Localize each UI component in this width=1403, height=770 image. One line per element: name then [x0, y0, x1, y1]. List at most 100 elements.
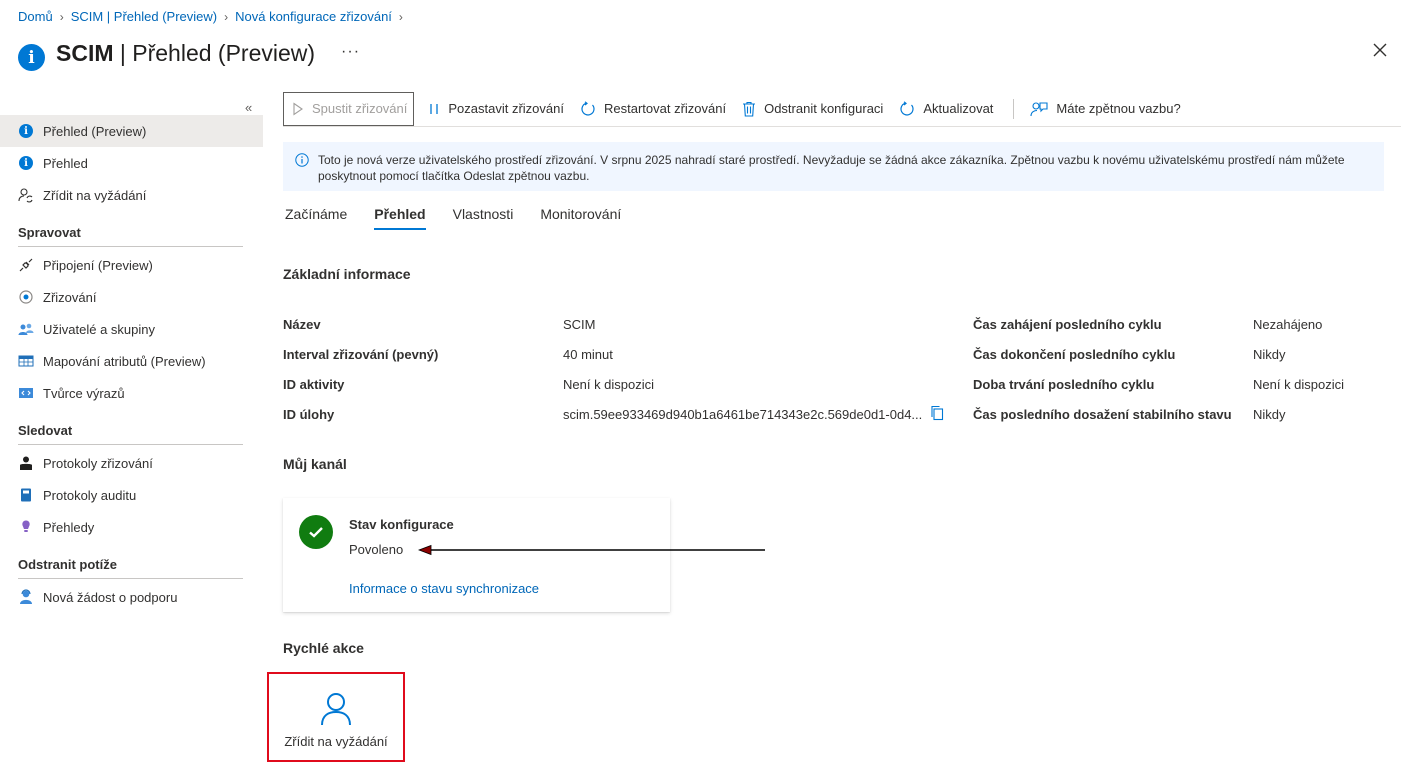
info-icon: i — [18, 44, 45, 71]
section-monitor: Sledovat — [18, 415, 243, 445]
person-sync-icon — [18, 187, 34, 203]
sidebar-item-audit-logs[interactable]: Protokoly auditu — [0, 479, 263, 511]
refresh-icon — [899, 100, 915, 117]
field-label-last-cycle-start: Čas zahájení posledního cyklu — [973, 317, 1162, 332]
info-banner: Toto je nová verze uživatelského prostře… — [283, 142, 1384, 191]
sidebar-item-expression-builder[interactable]: Tvůrce výrazů — [0, 377, 263, 409]
restart-provisioning-button[interactable]: Restartovat zřizování — [580, 92, 726, 126]
field-value-job-id: scim.59ee933469d940b1a6461be714343e2c.56… — [563, 407, 923, 422]
more-options-button[interactable]: ··· — [341, 43, 360, 61]
card-title: Stav konfigurace — [349, 517, 454, 532]
basic-info-heading: Základní informace — [283, 266, 411, 282]
field-value-last-cycle-duration: Není k dispozici — [1253, 377, 1345, 392]
page-header: i SCIM | Přehled (Preview) ··· — [18, 36, 360, 71]
info-icon: i — [18, 155, 34, 171]
annotation-arrow — [418, 544, 765, 556]
sidebar-item-label: Protokoly zřizování — [43, 455, 153, 471]
sidebar-item-connection[interactable]: Připojení (Preview) — [0, 249, 263, 281]
sidebar-item-label: Nová žádost o podporu — [43, 589, 178, 605]
breadcrumb-scim-overview[interactable]: SCIM | Přehled (Preview) — [71, 9, 217, 24]
field-value-last-cycle-end: Nikdy — [1253, 347, 1286, 362]
pause-provisioning-button[interactable]: Pozastavit zřizování — [428, 92, 564, 126]
field-value-steady-state: Nikdy — [1253, 407, 1286, 422]
sidebar-item-overview[interactable]: i Přehled — [0, 147, 263, 179]
collapse-sidebar-button[interactable]: « — [245, 100, 252, 115]
chevron-right-icon: › — [224, 9, 229, 24]
provisioning-icon — [18, 289, 34, 305]
field-label-interval: Interval zřizování (pevný) — [283, 347, 439, 362]
sidebar-item-label: Přehled (Preview) — [43, 123, 147, 139]
info-banner-text: Toto je nová verze uživatelského prostře… — [318, 153, 1345, 183]
field-label-job-id: ID úlohy — [283, 407, 335, 422]
sidebar-item-label: Přehledy — [43, 519, 95, 535]
field-label-name: Název — [283, 317, 321, 332]
provision-on-demand-tile[interactable]: Zřídit na vyžádání — [267, 672, 405, 762]
sidebar-item-label: Protokoly auditu — [43, 487, 137, 503]
sidebar-item-label: Zřizování — [43, 289, 97, 305]
support-icon — [18, 589, 34, 605]
field-label-last-cycle-end: Čas dokončení posledního cyklu — [973, 347, 1176, 362]
sidebar-item-label: Mapování atributů (Preview) — [43, 353, 206, 369]
field-value-interval: 40 minut — [563, 347, 613, 362]
info-icon: i — [18, 123, 34, 139]
sidebar: i Přehled (Preview) i Přehled Zřídit na … — [0, 115, 263, 613]
checkmark-icon — [299, 515, 333, 549]
sidebar-item-label: Přehled — [43, 155, 88, 171]
tab-monitoring[interactable]: Monitorování — [540, 206, 621, 230]
sidebar-item-overview-preview[interactable]: i Přehled (Preview) — [0, 115, 263, 147]
field-value-name: SCIM — [563, 317, 596, 332]
delete-configuration-button[interactable]: Odstranit konfiguraci — [742, 92, 883, 126]
quick-actions-heading: Rychlé akce — [283, 640, 364, 656]
plug-icon — [18, 257, 34, 273]
card-status: Povoleno — [349, 542, 404, 557]
command-bar: Spustit zřizování Pozastavit zřizování R… — [283, 91, 1401, 127]
sidebar-item-label: Uživatelé a skupiny — [43, 321, 155, 337]
bulb-icon — [18, 519, 34, 535]
restart-icon — [580, 100, 596, 117]
section-manage: Spravovat — [18, 217, 243, 247]
sidebar-item-users-groups[interactable]: Uživatelé a skupiny — [0, 313, 263, 345]
my-channel-heading: Můj kanál — [283, 456, 347, 472]
field-label-activity-id: ID aktivity — [283, 377, 345, 392]
field-label-last-cycle-duration: Doba trvání posledního cyklu — [973, 377, 1155, 392]
sidebar-item-provisioning-logs[interactable]: Protokoly zřizování — [0, 447, 263, 479]
start-provisioning-button[interactable]: Spustit zřizování — [283, 91, 415, 126]
pause-icon — [428, 102, 440, 116]
toolbar-divider — [1013, 98, 1015, 119]
tab-properties[interactable]: Vlastnosti — [453, 206, 514, 230]
sidebar-item-new-support-request[interactable]: Nová žádost o podporu — [0, 581, 263, 613]
person-log-icon — [18, 455, 34, 471]
sync-status-link[interactable]: Informace o stavu synchronizace — [349, 581, 539, 596]
refresh-button[interactable]: Aktualizovat — [899, 92, 993, 126]
tab-overview[interactable]: Přehled — [374, 206, 426, 230]
section-troubleshoot: Odstranit potíže — [18, 549, 243, 579]
code-icon — [18, 385, 34, 401]
tab-getting-started[interactable]: Začínáme — [285, 206, 347, 230]
field-value-activity-id: Není k dispozici — [563, 377, 655, 392]
sidebar-item-label: Tvůrce výrazů — [43, 385, 125, 401]
sidebar-item-attribute-mapping[interactable]: Mapování atributů (Preview) — [0, 345, 263, 377]
breadcrumb-home[interactable]: Domů — [18, 9, 53, 24]
trash-icon — [742, 101, 756, 117]
field-value-last-cycle-start: Nezahájeno — [1253, 317, 1323, 332]
feedback-icon — [1030, 101, 1048, 117]
page-title: SCIM | Přehled (Preview) — [56, 40, 316, 66]
person-icon — [321, 693, 351, 726]
book-icon — [18, 487, 34, 503]
tile-label: Zřídit na vyžádání — [284, 734, 388, 749]
breadcrumb: Domů › SCIM | Přehled (Preview) › Nová k… — [18, 9, 410, 24]
field-label-steady-state: Čas posledního dosažení stabilního stavu — [973, 407, 1232, 422]
close-icon[interactable] — [1369, 39, 1391, 61]
sidebar-item-provision-on-demand[interactable]: Zřídit na vyžádání — [0, 179, 263, 211]
chevron-right-icon: › — [398, 9, 403, 24]
table-icon — [18, 353, 34, 369]
copy-icon[interactable] — [930, 405, 944, 421]
chevron-right-icon: › — [59, 9, 64, 24]
sidebar-item-provisioning[interactable]: Zřizování — [0, 281, 263, 313]
feedback-button[interactable]: Máte zpětnou vazbu? — [1030, 92, 1181, 126]
tab-bar: Začínáme Přehled Vlastnosti Monitorování — [285, 206, 648, 230]
sidebar-item-label: Připojení (Preview) — [43, 257, 153, 273]
users-icon — [18, 321, 34, 337]
sidebar-item-insights[interactable]: Přehledy — [0, 511, 263, 543]
breadcrumb-new-config[interactable]: Nová konfigurace zřizování — [235, 9, 392, 24]
